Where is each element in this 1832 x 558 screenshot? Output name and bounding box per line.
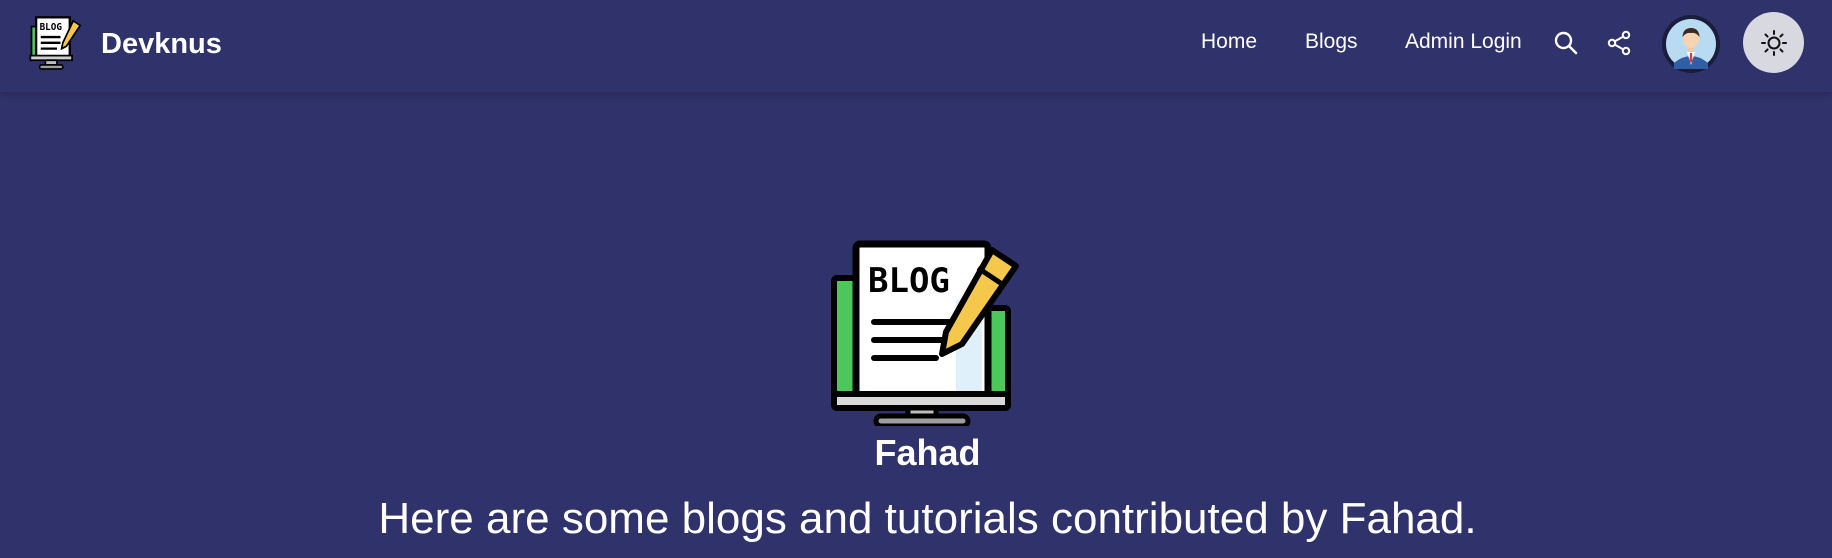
- search-button[interactable]: [1551, 28, 1581, 58]
- hero-blog-monitor-icon: BLOG: [831, 240, 1019, 426]
- brand-link[interactable]: BLOG Devknus: [28, 14, 222, 74]
- nav-admin-login-link[interactable]: Admin Login: [1405, 30, 1522, 54]
- nav-home-link[interactable]: Home: [1201, 30, 1257, 54]
- nav-blogs-link[interactable]: Blogs: [1305, 30, 1358, 54]
- top-navbar: BLOG Devknus Home Blogs Admin Login: [0, 0, 1832, 93]
- share-button[interactable]: [1604, 28, 1634, 58]
- author-name: Fahad: [874, 432, 981, 473]
- theme-toggle-button[interactable]: [1743, 12, 1804, 73]
- share-icon: [1607, 30, 1631, 56]
- search-icon: [1554, 31, 1578, 55]
- hero-subtitle: Here are some blogs and tutorials contri…: [378, 494, 1477, 543]
- brand-name: Devknus: [101, 27, 222, 60]
- user-avatar[interactable]: [1662, 15, 1720, 73]
- hero-logo-text: BLOG: [868, 261, 950, 301]
- blog-monitor-icon: BLOG: [29, 16, 82, 70]
- avatar-person-icon: [1666, 19, 1716, 69]
- logo-text: BLOG: [40, 22, 63, 33]
- sun-icon: [1760, 29, 1787, 56]
